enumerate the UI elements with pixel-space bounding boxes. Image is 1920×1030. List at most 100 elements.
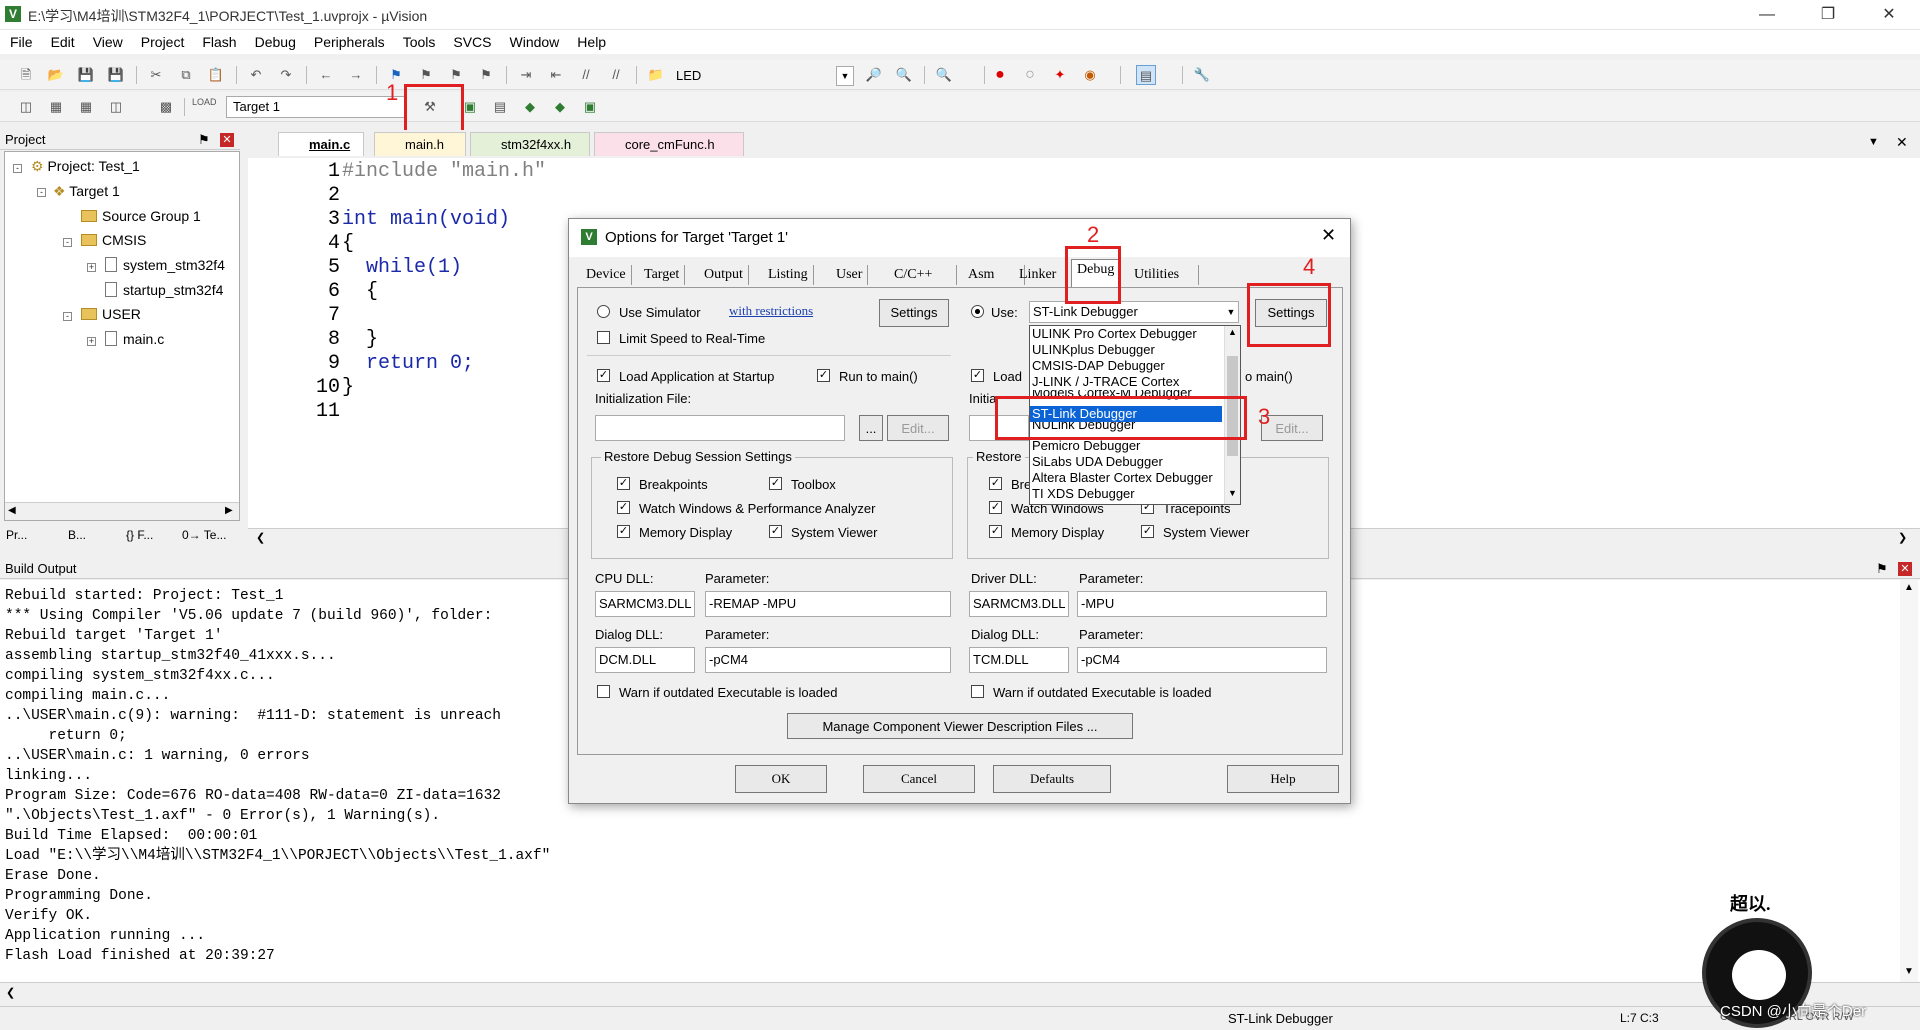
menu-debug[interactable]: Debug: [245, 30, 304, 50]
watch-windows-checkbox[interactable]: ✓: [617, 501, 630, 514]
tab-output[interactable]: Output: [699, 265, 749, 285]
collapse-icon[interactable]: -: [13, 164, 22, 173]
kill-breakpoints-icon[interactable]: ✦: [1050, 65, 1070, 85]
find-in-files-icon[interactable]: 📁: [646, 65, 666, 85]
memory-display-checkbox[interactable]: ✓: [617, 525, 630, 538]
tree-item-target[interactable]: ❖ Target 1: [53, 183, 120, 200]
menu-view[interactable]: View: [83, 30, 131, 50]
dropdown-option[interactable]: TI XDS Debugger: [1030, 486, 1222, 502]
scroll-left-icon[interactable]: ❮: [256, 531, 265, 544]
tab-core-cmfunc-h[interactable]: core_cmFunc.h: [594, 132, 744, 156]
menu-peripherals[interactable]: Peripherals: [304, 30, 393, 50]
watch-right-checkbox[interactable]: ✓: [989, 501, 1002, 514]
run-to-main-checkbox[interactable]: ✓: [817, 369, 830, 382]
scroll-up-icon[interactable]: ▲: [1904, 582, 1914, 593]
scroll-right-icon[interactable]: ❯: [1898, 531, 1907, 544]
load-app-checkbox[interactable]: ✓: [597, 369, 610, 382]
save-all-icon[interactable]: 💾: [106, 65, 126, 85]
tree-item-source-group[interactable]: Source Group 1: [81, 208, 201, 224]
save-icon[interactable]: 💾: [76, 65, 96, 85]
project-hscrollbar[interactable]: ◀ ▶: [5, 502, 239, 520]
tab-list-icon[interactable]: ▼: [1868, 136, 1879, 148]
menu-tools[interactable]: Tools: [393, 30, 444, 50]
tree-item-user[interactable]: USER: [81, 306, 141, 322]
tree-item-main-c[interactable]: main.c: [105, 331, 164, 347]
batch-build-icon[interactable]: ◫: [106, 97, 126, 117]
build-vscrollbar[interactable]: ▲ ▼: [1900, 580, 1918, 982]
collapse-icon[interactable]: -: [63, 238, 72, 247]
toolbox-checkbox[interactable]: ✓: [769, 477, 782, 490]
dialog-param-input[interactable]: -pCM4: [705, 647, 951, 673]
tree-item-system-file[interactable]: system_stm32f4: [105, 257, 225, 273]
cancel-button[interactable]: Cancel: [863, 765, 975, 793]
tab-main-c[interactable]: main.c: [278, 132, 364, 156]
menu-file[interactable]: File: [0, 30, 41, 50]
open-folder-icon[interactable]: 📂: [46, 65, 66, 85]
scroll-up-icon[interactable]: ▲: [1228, 327, 1237, 337]
warn-outdated-checkbox[interactable]: [597, 685, 610, 698]
close-icon[interactable]: ✕: [1866, 0, 1912, 30]
scroll-left-icon[interactable]: ❮: [6, 986, 15, 999]
tab-target[interactable]: Target: [639, 265, 686, 285]
pack-installer-icon[interactable]: ◆: [520, 97, 540, 117]
use-debugger-radio[interactable]: [971, 305, 984, 318]
dropdown-option[interactable]: CMSIS-DAP Debugger: [1030, 358, 1222, 374]
tree-item-project[interactable]: ⚙ Project: Test_1: [31, 158, 140, 175]
breakpoint-icon[interactable]: ●: [990, 65, 1010, 85]
dialog-dll-input[interactable]: DCM.DLL: [595, 647, 695, 673]
help-button[interactable]: Help: [1227, 765, 1339, 793]
clear-bookmarks-icon[interactable]: ⚑: [476, 65, 496, 85]
select-packs-icon[interactable]: ▤: [490, 97, 510, 117]
cpu-dll-input[interactable]: SARMCM3.DLL: [595, 591, 695, 617]
prev-bookmark-icon[interactable]: ⚑: [416, 65, 436, 85]
tab-stm32f4xx-h[interactable]: stm32f4xx.h: [470, 132, 590, 156]
menu-project[interactable]: Project: [131, 30, 193, 50]
close-panel-icon[interactable]: ✕: [1898, 562, 1912, 576]
cut-icon[interactable]: ✂: [146, 65, 166, 85]
collapse-icon[interactable]: -: [63, 312, 72, 321]
find-dropdown-arrow[interactable]: ▼: [836, 66, 854, 86]
dropdown-option[interactable]: Altera Blaster Cortex Debugger: [1030, 470, 1222, 486]
manage-component-viewer-button[interactable]: Manage Component Viewer Description File…: [787, 713, 1133, 739]
use-simulator-radio[interactable]: [597, 305, 610, 318]
limit-speed-checkbox[interactable]: [597, 331, 610, 344]
window-layout-icon[interactable]: ▤: [1136, 65, 1156, 85]
edit-init-file-right-button[interactable]: Edit...: [1261, 415, 1323, 441]
warn-outdated-right-checkbox[interactable]: [971, 685, 984, 698]
dialog-close-icon[interactable]: ✕: [1321, 225, 1336, 246]
tree-item-startup-file[interactable]: startup_stm32f4: [105, 282, 223, 298]
dropdown-option[interactable]: SiLabs UDA Debugger: [1030, 454, 1222, 470]
target-select[interactable]: Target 1: [226, 96, 406, 118]
uncomment-icon[interactable]: //: [606, 65, 626, 85]
paste-icon[interactable]: 📋: [206, 65, 226, 85]
copy-icon[interactable]: ⧉: [176, 65, 196, 85]
new-file-icon[interactable]: 🗎: [16, 65, 36, 85]
build-hscrollbar[interactable]: ❮: [0, 982, 1920, 1004]
close-panel-icon[interactable]: ✕: [220, 133, 234, 147]
pin-icon[interactable]: ⚑: [1876, 561, 1888, 577]
menu-window[interactable]: Window: [500, 30, 568, 50]
disable-breakpoint-icon[interactable]: ○: [1020, 65, 1040, 85]
simulator-settings-button[interactable]: Settings: [879, 299, 949, 327]
expand-icon[interactable]: +: [87, 263, 96, 272]
tab-utilities[interactable]: Utilities: [1129, 265, 1199, 285]
tab-listing[interactable]: Listing: [763, 265, 814, 285]
menu-svcs[interactable]: SVCS: [443, 30, 499, 50]
dialog-dll-right-input[interactable]: TCM.DLL: [969, 647, 1069, 673]
cpu-param-input[interactable]: -REMAP -MPU: [705, 591, 951, 617]
configure-tools-icon[interactable]: 🔧: [1192, 65, 1212, 85]
software-components-icon[interactable]: ◆: [550, 97, 570, 117]
undo-icon[interactable]: ↶: [246, 65, 266, 85]
configure-breakpoints-icon[interactable]: ◉: [1080, 65, 1100, 85]
driver-dll-input[interactable]: SARMCM3.DLL: [969, 591, 1069, 617]
scroll-left-icon[interactable]: ◀: [8, 505, 16, 516]
sysviewer-right-checkbox[interactable]: ✓: [1141, 525, 1154, 538]
init-file-input[interactable]: [595, 415, 845, 441]
breakpoints-right-checkbox[interactable]: ✓: [989, 477, 1002, 490]
tab-linker[interactable]: Linker: [1014, 265, 1072, 285]
indent-icon[interactable]: ⇥: [516, 65, 536, 85]
scroll-down-icon[interactable]: ▼: [1228, 488, 1237, 498]
debug-session-icon[interactable]: 🔍: [934, 65, 954, 85]
system-viewer-checkbox[interactable]: ✓: [769, 525, 782, 538]
stop-build-icon[interactable]: ▩: [156, 97, 176, 117]
